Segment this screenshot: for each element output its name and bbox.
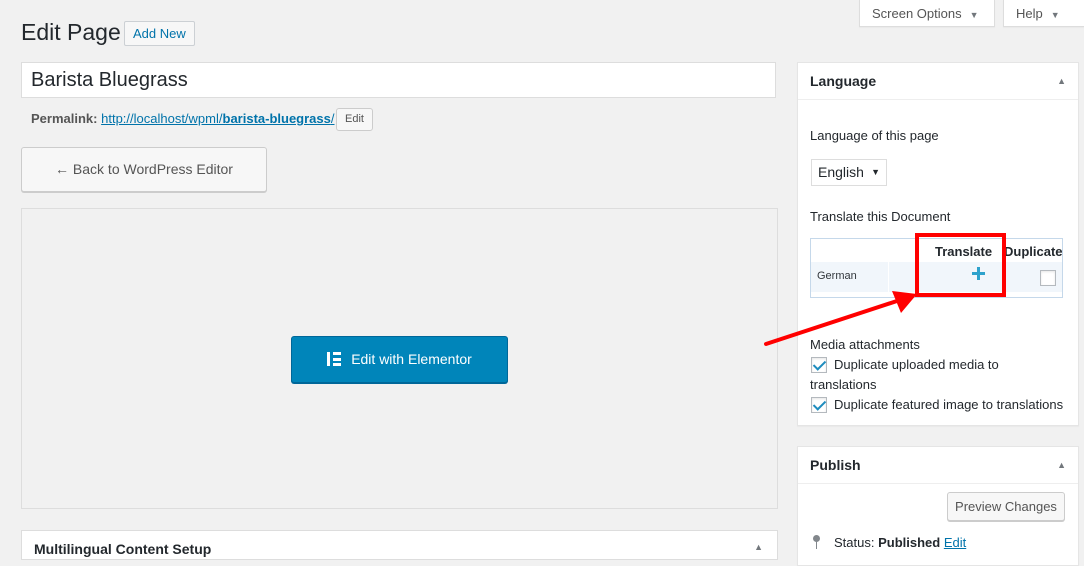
- collapse-icon[interactable]: ▲: [1057, 460, 1066, 470]
- screen-options-button[interactable]: Screen Options ▼: [859, 0, 995, 27]
- permalink-base: http://localhost/wpml/: [101, 111, 223, 126]
- duplicate-column-header: Duplicate: [1004, 244, 1063, 259]
- duplicate-german-checkbox[interactable]: [1040, 270, 1056, 286]
- language-select-value: English: [818, 164, 864, 180]
- language-box-header[interactable]: Language ▲: [798, 63, 1078, 100]
- publish-box-header[interactable]: Publish ▲: [798, 447, 1078, 484]
- permalink-slug: barista-bluegrass: [222, 111, 331, 126]
- pin-icon: [812, 535, 821, 549]
- preview-changes-button[interactable]: Preview Changes: [947, 492, 1065, 521]
- language-of-page-label: Language of this page: [810, 128, 939, 143]
- media-attachments-label: Media attachments: [810, 337, 920, 352]
- status-edit-link[interactable]: Edit: [944, 535, 966, 550]
- permalink-label: Permalink:: [31, 111, 98, 126]
- add-new-button[interactable]: Add New: [124, 21, 195, 46]
- chevron-down-icon: ▼: [1050, 10, 1060, 20]
- permalink-link[interactable]: http://localhost/wpml/barista-bluegrass/: [101, 111, 334, 126]
- translate-document-label: Translate this Document: [810, 209, 951, 224]
- status-label: Status:: [834, 535, 875, 550]
- publish-box-title: Publish: [810, 457, 861, 473]
- language-box-title: Language: [810, 73, 877, 89]
- publish-status: Status: Published Edit: [834, 535, 966, 550]
- status-value: Published: [878, 535, 941, 550]
- chevron-down-icon: ▼: [969, 10, 979, 20]
- edit-with-elementor-label: Edit with Elementor: [351, 351, 472, 367]
- duplicate-featured-image-label: Duplicate featured image to translations: [834, 397, 1064, 412]
- screen-options-label: Screen Options: [872, 6, 962, 21]
- page-title: Edit Page: [21, 19, 121, 45]
- language-select[interactable]: English ▼: [811, 159, 887, 186]
- help-label: Help: [1016, 6, 1043, 21]
- permalink-end: /: [330, 111, 335, 126]
- duplicate-uploaded-media-label-cont: translations: [810, 377, 877, 392]
- german-language-label: German: [817, 270, 857, 282]
- back-to-wordpress-editor-button[interactable]: ← Back to WordPress Editor: [21, 147, 267, 192]
- multilingual-content-setup-title: Multilingual Content Setup: [34, 541, 212, 557]
- permalink-edit-button[interactable]: Edit: [336, 108, 373, 131]
- elementor-icon: [327, 352, 342, 366]
- collapse-icon[interactable]: ▲: [1057, 76, 1066, 86]
- edit-with-elementor-button[interactable]: Edit with Elementor: [291, 336, 508, 383]
- collapse-icon[interactable]: ▲: [754, 542, 763, 552]
- permalink: Permalink: http://localhost/wpml/barista…: [31, 111, 335, 126]
- duplicate-uploaded-media-checkbox[interactable]: [811, 357, 827, 373]
- duplicate-uploaded-media-label: Duplicate uploaded media to: [834, 357, 999, 372]
- annotation-highlight-box: [915, 233, 1006, 297]
- chevron-down-icon: ▼: [871, 167, 880, 177]
- post-title-input[interactable]: Barista Bluegrass: [21, 62, 776, 98]
- multilingual-content-setup-box[interactable]: Multilingual Content Setup ▲: [21, 530, 778, 560]
- help-button[interactable]: Help ▼: [1003, 0, 1084, 27]
- duplicate-featured-image-checkbox[interactable]: [811, 397, 827, 413]
